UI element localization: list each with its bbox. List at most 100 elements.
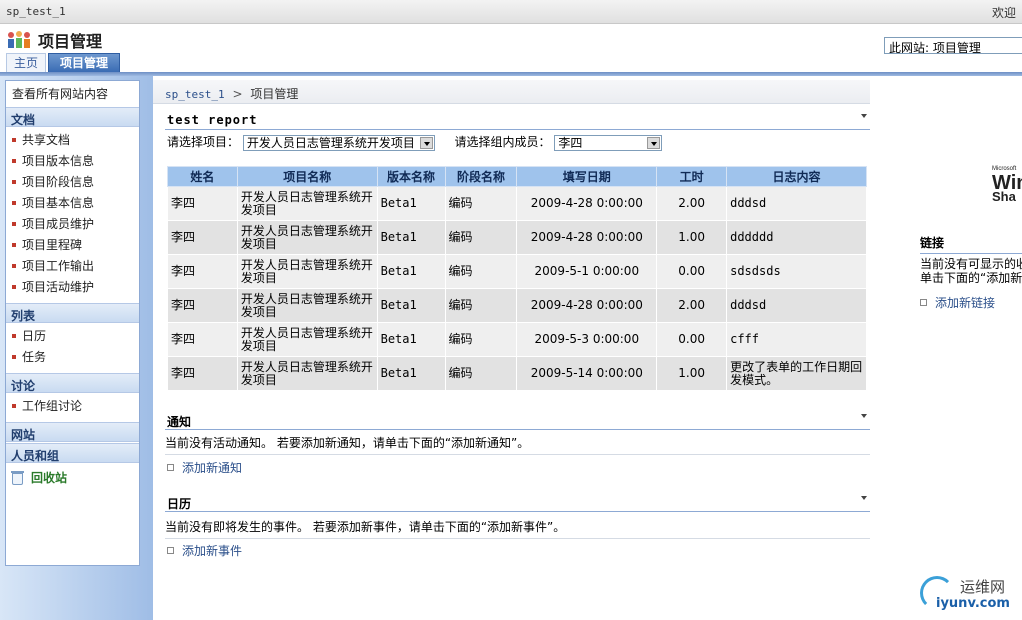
- people-group-icon: [8, 31, 30, 48]
- site-name-link[interactable]: sp_test_1: [6, 5, 66, 18]
- cell-log: 更改了表单的工作日期回发模式。: [726, 356, 867, 391]
- header: 项目管理 此网站: 项目管理 主页 项目管理: [0, 24, 1022, 72]
- cell-phase: 编码: [444, 322, 518, 357]
- webpart-menu-arrow-icon[interactable]: [861, 496, 867, 500]
- cell-log: cfff: [726, 322, 867, 357]
- cell-log: dddsd: [726, 186, 867, 221]
- cell-project: 开发人员日志管理系统开发项目: [236, 254, 378, 289]
- cell-name: 李四: [167, 186, 238, 221]
- tab-project-management[interactable]: 项目管理: [48, 53, 120, 72]
- bullet-icon: [12, 354, 16, 359]
- nav-item-milestones[interactable]: 项目里程碑: [12, 236, 82, 253]
- breadcrumb-current: 项目管理: [250, 87, 299, 101]
- nav-heading-documents[interactable]: 文档: [6, 107, 139, 127]
- nav-item-team-discussion[interactable]: 工作组讨论: [12, 397, 82, 414]
- nav-item-recycle-bin[interactable]: 回收站: [11, 469, 67, 486]
- calendar-webpart-title: 日历: [165, 492, 871, 512]
- right-panel: Microsoft Win Sha 链接 当前没有可显示的收 单击下面的“添加新…: [870, 76, 1022, 620]
- cell-name: 李四: [167, 254, 238, 289]
- add-square-icon: [920, 299, 927, 306]
- nav-heading-sites[interactable]: 网站: [6, 422, 139, 442]
- nav-item-tasks[interactable]: 任务: [12, 348, 46, 365]
- section-divider: [165, 538, 871, 539]
- table-row: 李四 开发人员日志管理系统开发项目 Beta1 编码 2009-4-28 0:0…: [167, 220, 867, 255]
- add-link-link[interactable]: 添加新链接: [920, 294, 995, 311]
- cell-name: 李四: [167, 356, 238, 391]
- view-all-site-content-link[interactable]: 查看所有网站内容: [12, 85, 108, 102]
- add-square-icon: [167, 464, 174, 471]
- nav-item-basic-info[interactable]: 项目基本信息: [12, 194, 94, 211]
- cell-name: 李四: [167, 322, 238, 357]
- table-row: 李四 开发人员日志管理系统开发项目 Beta1 编码 2009-4-28 0:0…: [167, 186, 867, 221]
- cell-version: Beta1: [376, 288, 446, 323]
- webpart-menu-arrow-icon[interactable]: [861, 114, 867, 118]
- member-select[interactable]: 李四: [554, 134, 663, 151]
- bullet-icon: [12, 179, 16, 184]
- cell-name: 李四: [167, 220, 238, 255]
- watermark-logo: 运维网 iyunv.com: [918, 572, 1022, 618]
- nav-item-phase-info[interactable]: 项目阶段信息: [12, 173, 94, 190]
- nav-item-version-info[interactable]: 项目版本信息: [12, 152, 94, 169]
- add-announcement-link[interactable]: 添加新通知: [167, 459, 242, 476]
- nav-item-shared-docs[interactable]: 共享文档: [12, 131, 70, 148]
- bullet-icon: [12, 242, 16, 247]
- nav-item-activity-maintenance[interactable]: 项目活动维护: [12, 278, 94, 295]
- bullet-icon: [12, 200, 16, 205]
- announcements-webpart-title: 通知: [165, 410, 871, 430]
- cell-project: 开发人员日志管理系统开发项目: [236, 322, 378, 357]
- nav-item-calendar[interactable]: 日历: [12, 327, 46, 344]
- cell-project: 开发人员日志管理系统开发项目: [236, 356, 378, 391]
- nav-heading-people-groups[interactable]: 人员和组: [6, 443, 139, 463]
- table-row: 李四 开发人员日志管理系统开发项目 Beta1 编码 2009-5-14 0:0…: [167, 356, 867, 391]
- nav-item-member-maintenance[interactable]: 项目成员维护: [12, 215, 94, 232]
- webpart-menu-arrow-icon[interactable]: [861, 414, 867, 418]
- cell-version: Beta1: [376, 220, 446, 255]
- nav-heading-discussions[interactable]: 讨论: [6, 373, 139, 393]
- bullet-icon: [12, 158, 16, 163]
- windows-sharepoint-logo: Microsoft Win Sha: [992, 166, 1022, 204]
- links-empty-text: 当前没有可显示的收 单击下面的“添加新: [920, 257, 1022, 285]
- column-header-project: 项目名称: [236, 166, 378, 187]
- report-webpart-title: test report: [165, 110, 871, 130]
- cell-version: Beta1: [376, 356, 446, 391]
- column-header-log: 日志内容: [726, 166, 867, 187]
- cell-project: 开发人员日志管理系统开发项目: [236, 288, 378, 323]
- left-nav: 查看所有网站内容 文档 共享文档 项目版本信息 项目阶段信息 项目基本信息 项目…: [0, 76, 153, 620]
- cell-log: dddsd: [726, 288, 867, 323]
- cell-date: 2009-4-28 0:00:00: [516, 288, 658, 323]
- welcome-menu[interactable]: 欢迎: [992, 4, 1016, 21]
- cell-version: Beta1: [376, 254, 446, 289]
- cell-version: Beta1: [376, 186, 446, 221]
- breadcrumb-site-link[interactable]: sp_test_1: [165, 88, 225, 101]
- bullet-icon: [12, 221, 16, 226]
- section-divider: [165, 454, 871, 455]
- cell-hours: 0.00: [656, 322, 728, 357]
- nav-item-work-output[interactable]: 项目工作输出: [12, 257, 94, 274]
- cell-date: 2009-4-28 0:00:00: [516, 186, 658, 221]
- column-header-name: 姓名: [167, 166, 238, 187]
- cell-phase: 编码: [444, 356, 518, 391]
- cell-date: 2009-5-14 0:00:00: [516, 356, 658, 391]
- table-row: 李四 开发人员日志管理系统开发项目 Beta1 编码 2009-5-1 0:00…: [167, 254, 867, 289]
- quick-launch: 查看所有网站内容 文档 共享文档 项目版本信息 项目阶段信息 项目基本信息 项目…: [5, 80, 140, 566]
- tab-home[interactable]: 主页: [6, 53, 46, 72]
- bullet-icon: [12, 333, 16, 338]
- nav-heading-lists[interactable]: 列表: [6, 303, 139, 323]
- member-select-label: 请选择组内成员：: [454, 135, 551, 149]
- dropdown-arrow-icon: [419, 136, 433, 149]
- column-header-date: 填写日期: [516, 166, 658, 187]
- cell-hours: 2.00: [656, 288, 728, 323]
- search-scope-select[interactable]: 此网站: 项目管理: [884, 37, 1022, 54]
- bullet-icon: [12, 137, 16, 142]
- cell-hours: 2.00: [656, 186, 728, 221]
- cell-date: 2009-5-3 0:00:00: [516, 322, 658, 357]
- bullet-icon: [12, 403, 16, 408]
- project-select[interactable]: 开发人员日志管理系统开发项目: [242, 134, 435, 151]
- add-square-icon: [167, 547, 174, 554]
- table-row: 李四 开发人员日志管理系统开发项目 Beta1 编码 2009-5-3 0:00…: [167, 322, 867, 357]
- add-event-link[interactable]: 添加新事件: [167, 542, 242, 559]
- cell-hours: 1.00: [656, 356, 728, 391]
- column-header-version: 版本名称: [376, 166, 446, 187]
- announcements-empty-text: 当前没有活动通知。 若要添加新通知，请单击下面的“添加新通知”。: [165, 436, 530, 450]
- cell-project: 开发人员日志管理系统开发项目: [236, 186, 378, 221]
